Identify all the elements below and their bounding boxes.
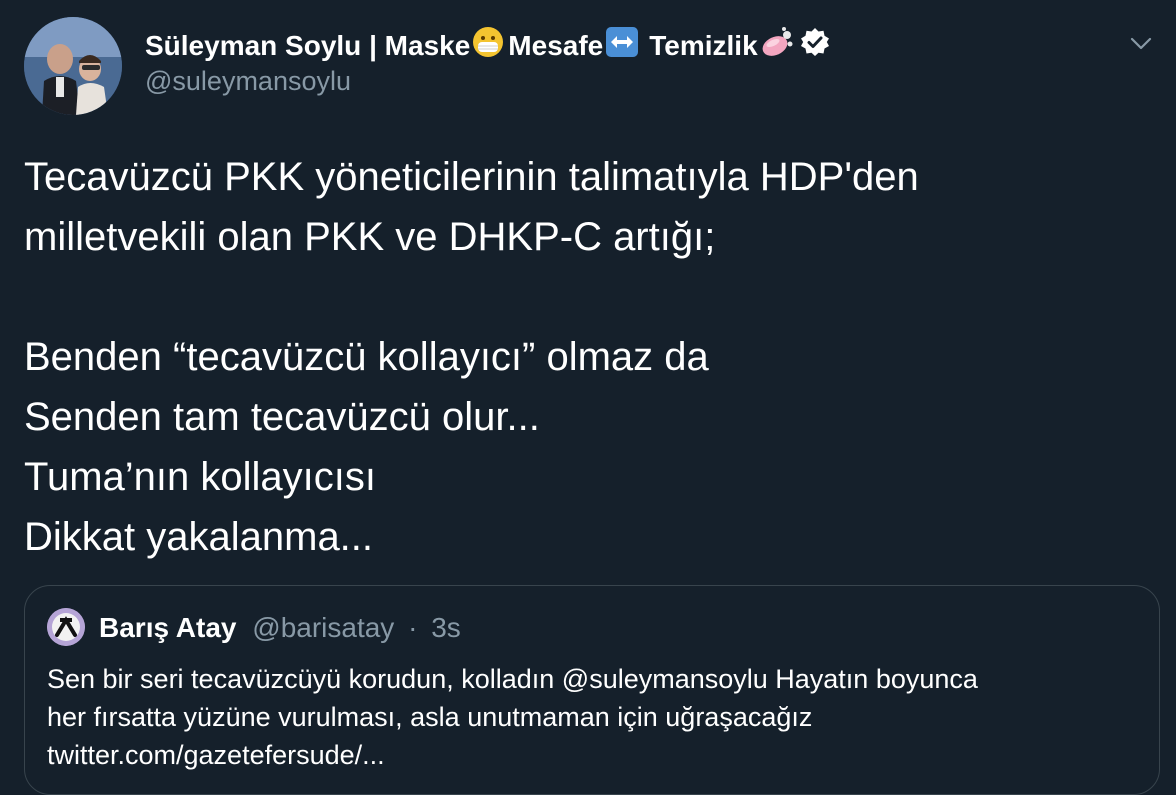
quoted-author-avatar[interactable]	[47, 608, 85, 646]
quoted-author-handle[interactable]: @barisatay	[252, 612, 394, 643]
author-handle[interactable]: @suleymansoylu	[145, 66, 351, 97]
quoted-separator: ·	[408, 612, 418, 643]
tweet-line: Tuma’nın kollayıcısı	[24, 455, 376, 499]
quoted-line: Sen bir seri tecavüzcüyü korudun, kollad…	[47, 664, 978, 694]
verified-badge-icon	[800, 27, 830, 64]
tweet-line: milletvekili olan PKK ve DHKP-C artığı;	[24, 215, 716, 259]
quoted-link[interactable]: twitter.com/gazetefersude/...	[47, 736, 1137, 774]
author-avatar[interactable]	[24, 17, 122, 115]
quoted-text: Sen bir seri tecavüzcüyü korudun, kollad…	[47, 660, 1137, 774]
quoted-header: Barış Atay @barisatay · 3s	[99, 612, 461, 644]
tweet-line: Dikkat yakalanma...	[24, 515, 374, 559]
quoted-timestamp[interactable]: 3s	[431, 612, 461, 643]
soap-emoji-icon	[760, 26, 794, 65]
tweet-line: Senden tam tecavüzcü olur...	[24, 395, 540, 439]
author-name[interactable]: Süleyman Soylu | Maske Mesafe Temizlik	[145, 26, 830, 65]
author-name-part3: Temizlik	[649, 29, 758, 61]
quoted-author-name[interactable]: Barış Atay	[99, 612, 236, 643]
author-name-text: Süleyman Soylu | Maske	[145, 29, 471, 61]
tweet-line: Benden “tecavüzcü kollayıcı” olmaz da	[24, 335, 709, 379]
left-right-arrow-emoji-icon	[605, 26, 639, 65]
quoted-line: her fırsatta yüzüne vurulması, asla unut…	[47, 702, 813, 732]
tweet-line: Tecavüzcü PKK yöneticilerinin talimatıyl…	[24, 155, 919, 199]
chevron-down-icon[interactable]	[1128, 30, 1154, 56]
tweet: Süleyman Soylu | Maske Mesafe Temizlik @…	[0, 0, 1176, 795]
quoted-tweet[interactable]: Barış Atay @barisatay · 3s Sen bir seri …	[24, 585, 1160, 795]
tweet-text: Tecavüzcü PKK yöneticilerinin talimatıyl…	[24, 147, 1144, 567]
author-name-part2: Mesafe	[508, 29, 604, 61]
mask-emoji-icon	[472, 26, 504, 65]
